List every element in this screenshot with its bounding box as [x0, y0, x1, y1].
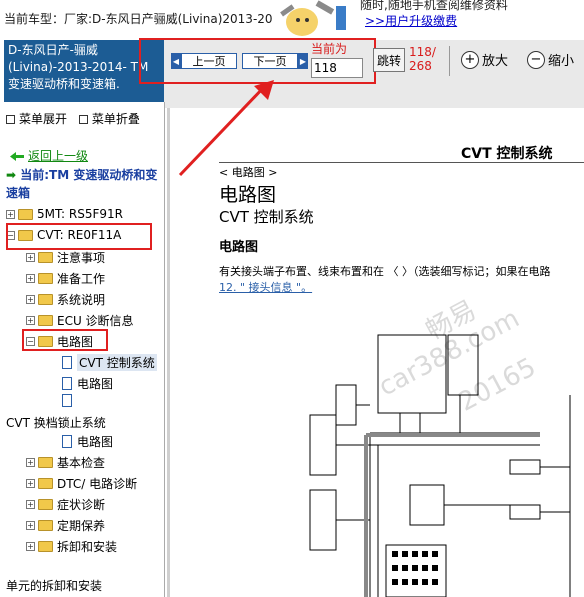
tree-item[interactable]: +5MT: RS5F91R — [6, 207, 123, 221]
tree-item[interactable]: 电路图 — [62, 375, 113, 392]
tree-item[interactable]: + ECU 诊断信息 — [26, 312, 134, 329]
tree-item-label-selected: CVT 控制系统 — [77, 354, 157, 371]
tree-item-label: 电路图 — [77, 377, 114, 391]
tree-item[interactable]: + 拆卸和安装 — [26, 538, 117, 555]
jump-button[interactable]: 跳转 — [373, 48, 405, 72]
tree-item[interactable]: + 定期保养 — [26, 517, 105, 534]
page-total-current: 118/ — [409, 45, 436, 59]
section-heading: 电路图 — [219, 240, 259, 255]
folder-icon — [38, 273, 53, 284]
tree-item-label: 5MT: RS5F91R — [37, 207, 123, 221]
breadcrumb[interactable]: < 电路图 > — [219, 164, 277, 180]
expand-toggle-icon[interactable]: + — [26, 521, 35, 530]
page-total: 118/ 268 — [409, 45, 436, 73]
tree-item-label: ECU 诊断信息 — [57, 314, 134, 328]
folder-icon — [38, 541, 53, 552]
zoom-out-icon: − — [527, 50, 545, 69]
back-arrow-icon — [10, 152, 24, 161]
tree-item[interactable]: 电路图 — [62, 433, 113, 450]
tree-item-label: 系统说明 — [57, 293, 106, 307]
tree-item[interactable] — [62, 394, 77, 407]
menu-controls: 菜单展开 菜单折叠 — [6, 110, 140, 127]
document-icon — [62, 435, 72, 448]
sidebar-title: D-东风日产-骊威(Livina)-2013-2014- TM变速驱动桥和变速箱… — [8, 43, 149, 91]
body-paragraph: 有关接头端子布置、线束布置和在 〈 〉（选装细写标记；如果在电路 — [219, 265, 551, 278]
page-total-count: 268 — [409, 59, 432, 73]
expand-toggle-icon[interactable]: + — [26, 500, 35, 509]
zoom-out-label: 缩小 — [548, 54, 575, 69]
document-header-title: CVT 控制系统 — [461, 146, 553, 162]
expand-toggle-icon[interactable]: + — [26, 274, 35, 283]
upgrade-link[interactable]: >>用户升级缴费 — [365, 12, 457, 29]
document-icon — [62, 377, 72, 390]
expand-toggle-icon[interactable]: + — [26, 479, 35, 488]
folder-icon — [38, 457, 53, 468]
toolbar-separator — [449, 46, 450, 76]
current-section-label: 当前:TM 变速驱动桥和变速箱 — [6, 168, 158, 200]
tree-item[interactable]: + 准备工作 — [26, 270, 105, 287]
tree-item-label: 注意事项 — [57, 251, 106, 265]
tree-item[interactable]: + 系统说明 — [26, 291, 105, 308]
expand-toggle-icon[interactable]: + — [26, 542, 35, 551]
zoom-out-button[interactable]: − 缩小 — [527, 50, 574, 69]
tree-item-label: 症状诊断 — [57, 498, 106, 512]
current-section: ➡ 当前:TM 变速驱动桥和变速箱 — [6, 166, 162, 202]
folder-icon — [38, 478, 53, 489]
top-bar: 当前车型：厂家:D-东风日产骊威(Livina)2013-2014 随时,随地手… — [0, 0, 584, 40]
wiring-diagram — [309, 334, 571, 597]
tree-item-label: 拆卸和安装 — [57, 540, 118, 554]
page-subtitle: CVT 控制系统 — [219, 208, 314, 226]
expand-toggle-icon[interactable]: + — [26, 458, 35, 467]
tree-item[interactable]: + 基本检查 — [26, 454, 105, 471]
connector-info-link[interactable]: 12. " 接头信息 "。 — [219, 279, 312, 295]
tree-item[interactable]: CVT 控制系统 — [62, 354, 157, 371]
zoom-in-icon: + — [461, 50, 479, 69]
expand-toggle-icon[interactable]: + — [26, 253, 35, 262]
car-label-value: 厂家:D-东风日产骊威(Livina)2013-2014 — [64, 12, 272, 26]
menu-expand-button[interactable]: 菜单展开 — [19, 112, 67, 126]
tree-item-label: CVT 换档锁止系统 — [6, 416, 106, 430]
collapse-icon — [78, 115, 88, 124]
tree-item-label: 基本检查 — [57, 456, 106, 470]
expand-toggle-icon[interactable]: + — [26, 295, 35, 304]
tree-item[interactable]: + 注意事项 — [26, 249, 105, 266]
highlight-box-nav — [139, 38, 376, 84]
tree-item-label: 单元的拆卸和安装 — [6, 579, 103, 593]
current-arrow-icon: ➡ — [6, 168, 17, 182]
document-icon — [62, 356, 72, 369]
tree-item-label: DTC/ 电路诊断 — [57, 477, 138, 491]
mascot-logo-icon — [280, 0, 346, 36]
expand-icon — [6, 115, 15, 124]
tree-item-label: 定期保养 — [57, 519, 106, 533]
tree-item-label: 准备工作 — [57, 272, 106, 286]
highlight-box-cvt — [6, 223, 152, 250]
zoom-in-label: 放大 — [482, 54, 509, 69]
menu-collapse-button[interactable]: 菜单折叠 — [92, 112, 140, 126]
document-icon — [62, 394, 72, 407]
expand-toggle-icon[interactable]: + — [6, 209, 15, 219]
folder-icon — [38, 315, 53, 326]
zoom-in-button[interactable]: + 放大 — [461, 50, 508, 69]
tree-item[interactable]: + 症状诊断 — [26, 496, 105, 513]
tree-item-label: 电路图 — [77, 435, 114, 449]
car-label-prefix: 当前车型： — [4, 12, 65, 26]
back-link[interactable]: 返回上一级 — [28, 147, 88, 164]
current-car-label: 当前车型：厂家:D-东风日产骊威(Livina)2013-2014 — [4, 12, 272, 40]
page-title: 电路图 — [219, 184, 277, 206]
folder-icon — [38, 252, 53, 263]
folder-icon — [38, 520, 53, 531]
folder-icon — [38, 294, 53, 305]
tree-item[interactable]: CVT 换档锁止系统 — [6, 414, 106, 431]
folder-icon — [18, 208, 33, 220]
highlight-box-circuit — [22, 329, 108, 351]
tree-item[interactable]: + DTC/ 电路诊断 — [26, 475, 137, 492]
expand-toggle-icon[interactable]: + — [26, 316, 35, 325]
header-rule — [219, 162, 584, 163]
folder-icon — [38, 499, 53, 510]
tree-item[interactable]: 单元的拆卸和安装 — [6, 577, 102, 594]
